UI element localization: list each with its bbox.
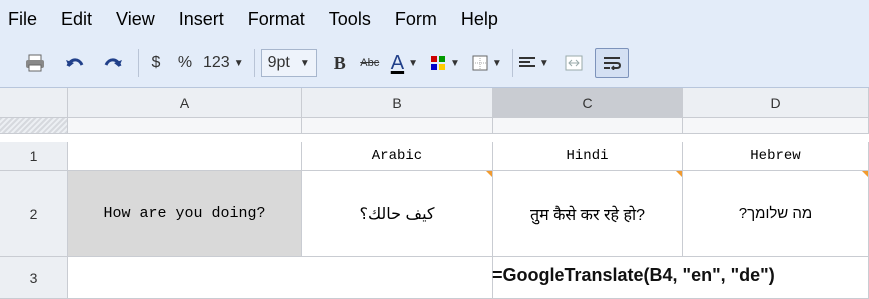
cell-c2[interactable]: तुम कैसे कर रहे हो?	[493, 171, 683, 257]
borders-icon	[472, 55, 488, 71]
cell-b3[interactable]	[302, 257, 493, 299]
menu-file[interactable]: File	[0, 9, 49, 30]
chevron-down-icon: ▼	[408, 57, 419, 69]
cell-d2-text: ?מה שלומך	[738, 205, 813, 222]
font-size-dropdown[interactable]: 9pt ▼	[260, 49, 317, 77]
cell-b2[interactable]: كيف حالك؟	[302, 171, 493, 257]
cell-b2-text: كيف حالك؟	[359, 205, 435, 223]
currency-button[interactable]: $	[145, 48, 167, 78]
cell[interactable]	[493, 118, 683, 134]
comment-indicator-icon	[862, 171, 868, 177]
toolbar-divider	[138, 49, 139, 77]
column-header-a[interactable]: A	[68, 88, 302, 118]
comment-indicator-icon	[676, 171, 682, 177]
toolbar-divider	[253, 49, 255, 77]
align-left-icon	[518, 57, 535, 67]
cell-c2-text: तुम कैसे कर रहे हो?	[530, 206, 645, 224]
chevron-down-icon: ▼	[233, 57, 244, 69]
column-header-d[interactable]: D	[683, 88, 869, 118]
table-row: 2 How are you doing? كيف حالك؟ तुम कैसे …	[0, 171, 869, 257]
freeze-handle[interactable]	[0, 118, 68, 134]
formula-overlay: =GoogleTranslate(B4, "en", "de")	[492, 265, 775, 285]
text-color-button[interactable]: A ▼	[391, 48, 418, 78]
cell-a2[interactable]: How are you doing?	[68, 171, 302, 257]
borders-button[interactable]: ▼	[472, 48, 502, 78]
chevron-down-icon: ▼	[491, 57, 502, 69]
row-header-1[interactable]: 1	[0, 142, 68, 171]
percent-button[interactable]: %	[173, 48, 197, 78]
cell-a1[interactable]	[68, 142, 302, 171]
undo-icon[interactable]	[62, 48, 88, 78]
menu-bar: File Edit View Insert Format Tools Form …	[0, 0, 869, 39]
menu-form[interactable]: Form	[383, 9, 449, 30]
cell[interactable]	[68, 118, 302, 134]
chevron-down-icon: ▼	[450, 57, 460, 69]
column-header-row: A B C D	[0, 88, 869, 118]
frozen-row-bar	[0, 118, 869, 134]
wrap-text-icon[interactable]	[594, 48, 629, 78]
merge-cells-icon[interactable]	[561, 48, 587, 78]
cell-d1[interactable]: Hebrew	[683, 142, 869, 171]
menu-format[interactable]: Format	[236, 9, 317, 30]
cell-d2[interactable]: ?מה שלומך	[683, 171, 869, 257]
strikethrough-button[interactable]: Abc	[355, 48, 385, 78]
fill-color-icon	[431, 56, 446, 70]
comment-indicator-icon	[486, 171, 492, 177]
number-format-dropdown[interactable]: 123 ▼	[203, 48, 244, 78]
toolbar-divider	[511, 49, 513, 77]
text-color-label: A	[390, 51, 405, 74]
menu-insert[interactable]: Insert	[167, 9, 236, 30]
menu-tools[interactable]: Tools	[317, 9, 383, 30]
row-header-3[interactable]: 3	[0, 257, 68, 299]
table-row: 1 Arabic Hindi Hebrew	[0, 142, 869, 171]
menu-help[interactable]: Help	[449, 9, 510, 30]
column-header-c[interactable]: C	[493, 88, 683, 118]
menu-view[interactable]: View	[104, 9, 167, 30]
font-size-label: 9pt	[267, 54, 290, 71]
cell-b1[interactable]: Arabic	[302, 142, 493, 171]
bold-button[interactable]: B	[329, 48, 351, 78]
redo-icon[interactable]	[100, 48, 126, 78]
cell-a3[interactable]	[68, 257, 302, 299]
toolbar: $ % 123 ▼ 9pt ▼ B Abc A ▼ ▼ ▼ ▼	[0, 39, 869, 88]
select-all-corner[interactable]	[0, 88, 68, 118]
number-format-label: 123	[203, 54, 230, 71]
cell[interactable]	[302, 118, 493, 134]
chevron-down-icon: ▼	[538, 57, 549, 69]
cell[interactable]	[683, 118, 869, 134]
row-header-2[interactable]: 2	[0, 171, 68, 257]
menu-edit[interactable]: Edit	[49, 9, 104, 30]
chevron-down-icon: ▼	[299, 57, 310, 69]
column-header-b[interactable]: B	[302, 88, 493, 118]
cell-c1[interactable]: Hindi	[493, 142, 683, 171]
align-button[interactable]: ▼	[518, 48, 549, 78]
fill-color-button[interactable]: ▼	[430, 48, 460, 78]
print-icon[interactable]	[22, 48, 48, 78]
